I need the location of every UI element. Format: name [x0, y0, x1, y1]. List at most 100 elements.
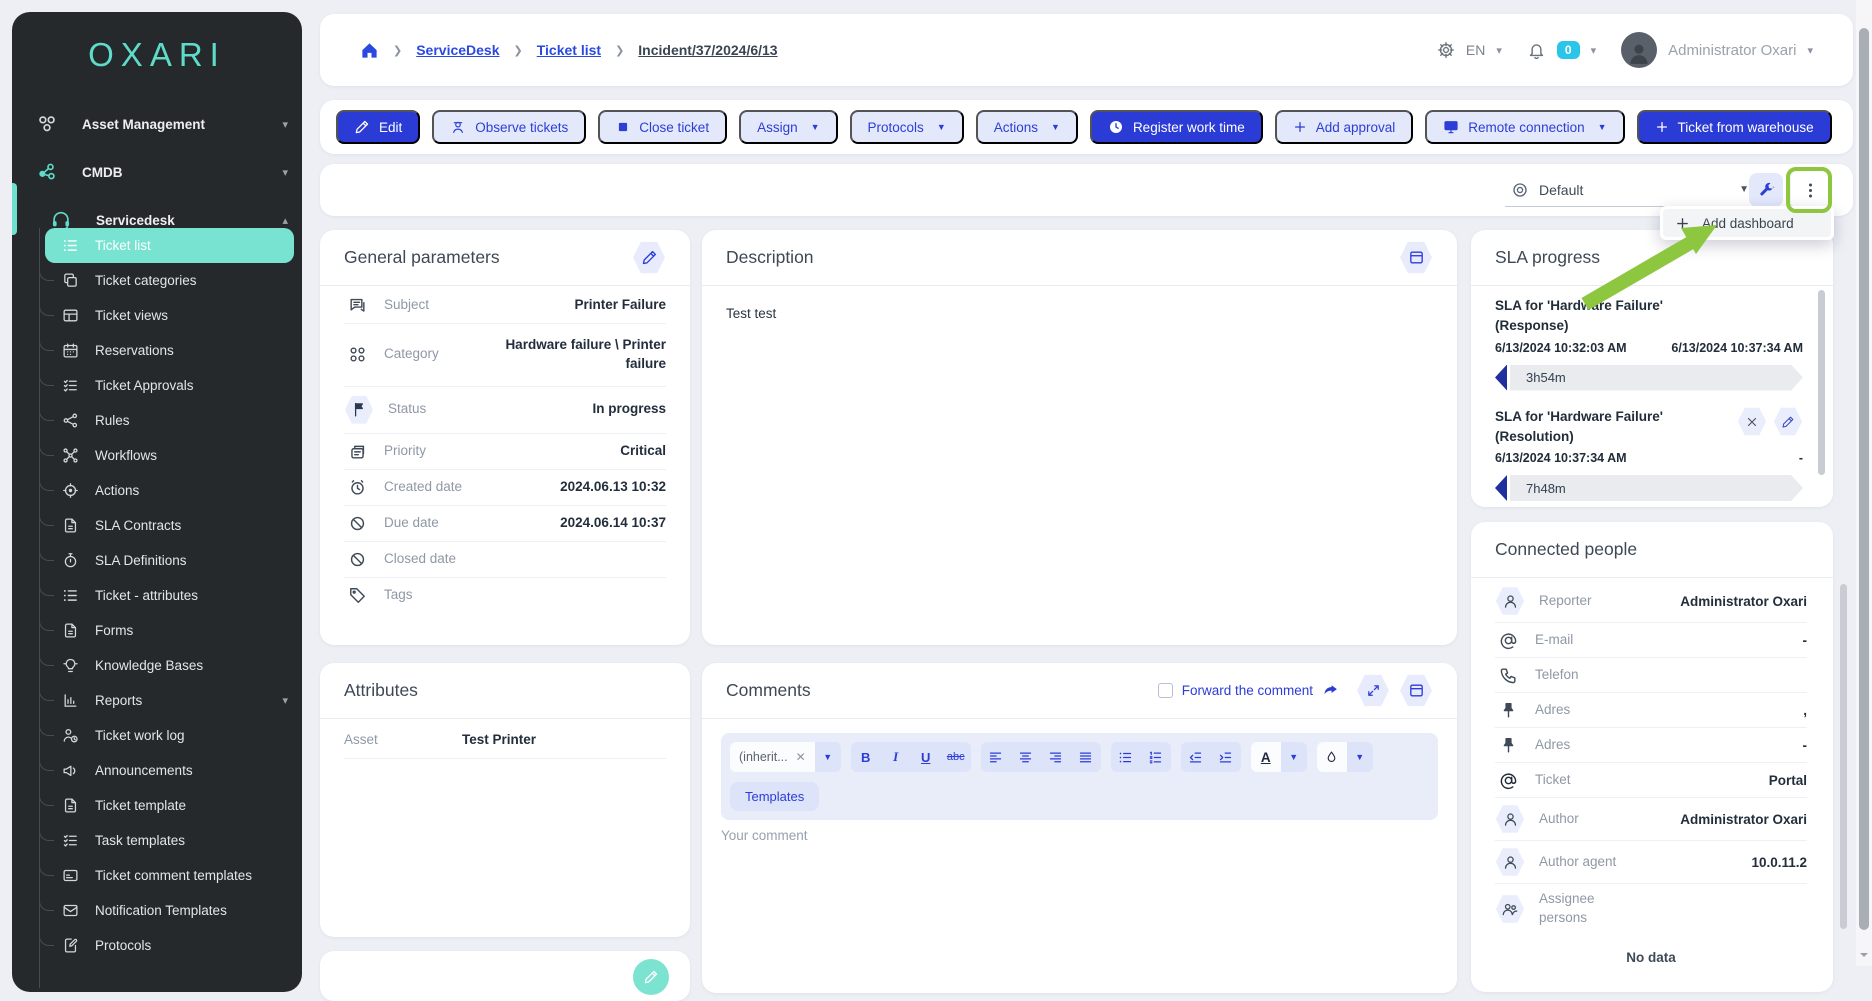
breadcrumb-ticket-list[interactable]: Ticket list — [537, 42, 601, 58]
chevron-down-icon: ▼ — [811, 122, 820, 132]
actions-dropdown-button[interactable]: Actions▼ — [976, 110, 1078, 144]
assign-dropdown-button[interactable]: Assign▼ — [739, 110, 837, 144]
align-right-button[interactable] — [1041, 742, 1071, 772]
pin-icon — [1495, 701, 1521, 720]
user-avatar[interactable] — [1621, 32, 1657, 68]
sidebar-item-ticket-list[interactable]: Ticket list — [45, 228, 294, 263]
scrollbar-down-arrow[interactable] — [1860, 953, 1868, 961]
highlight-color-select[interactable]: ▼ — [1317, 742, 1373, 772]
chevron-down-icon[interactable]: ▾ — [1496, 44, 1502, 57]
forward-comment-label[interactable]: Forward the comment — [1182, 683, 1313, 698]
observe-tickets-button[interactable]: Observe tickets — [432, 110, 586, 144]
alarm-clock-icon — [344, 478, 370, 497]
chevron-down-icon[interactable]: ▼ — [815, 742, 841, 772]
breadcrumb-servicedesk[interactable]: ServiceDesk — [416, 42, 499, 58]
numbered-list-button[interactable] — [1141, 742, 1171, 772]
align-justify-button[interactable] — [1071, 742, 1101, 772]
ticket-action-toolbar: Edit Observe tickets Close ticket Assign… — [320, 100, 1853, 154]
sidebar-item-ticket-views[interactable]: Ticket views — [12, 298, 302, 333]
sidebar-item-ticket-template[interactable]: Ticket template — [12, 788, 302, 823]
dashboard-more-menu-button[interactable] — [1791, 171, 1829, 209]
sidebar-item-ticket-approvals[interactable]: Ticket Approvals — [12, 368, 302, 403]
chevron-down-icon[interactable]: ▾ — [1591, 44, 1597, 57]
remote-connection-button[interactable]: Remote connection▼ — [1425, 110, 1624, 144]
home-icon[interactable] — [360, 41, 379, 60]
edit-sla-button[interactable] — [1773, 407, 1803, 437]
sidebar-item-cmdb[interactable]: CMDB ▾ — [12, 148, 302, 196]
sidebar-item-workflows[interactable]: Workflows — [12, 438, 302, 473]
protocols-dropdown-button[interactable]: Protocols▼ — [850, 110, 964, 144]
sidebar-item-label: Ticket template — [95, 798, 302, 813]
slash-circle-icon — [344, 514, 370, 533]
user-name[interactable]: Administrator Oxari — [1668, 42, 1796, 59]
bold-button[interactable]: B — [851, 742, 881, 772]
sidebar-item-reports[interactable]: Reports▾ — [12, 683, 302, 718]
slash-circle-icon — [344, 550, 370, 569]
sidebar-item-ticket-categories[interactable]: Ticket categories — [12, 263, 302, 298]
sidebar-item-notification-templates[interactable]: Notification Templates — [12, 893, 302, 928]
sidebar-item-sla-contracts[interactable]: SLA Contracts — [12, 508, 302, 543]
target-icon — [62, 482, 82, 499]
edit-circle-button[interactable] — [633, 959, 669, 995]
sidebar-item-label: Rules — [95, 413, 302, 428]
sidebar-item-ticket-work-log[interactable]: Ticket work log — [12, 718, 302, 753]
breadcrumb-separator: ❯ — [615, 44, 624, 57]
align-center-button[interactable] — [1011, 742, 1041, 772]
scrollbar-thumb[interactable] — [1859, 28, 1869, 930]
remove-sla-button[interactable] — [1737, 407, 1767, 437]
edit-parameters-button[interactable] — [632, 241, 666, 275]
clear-font-icon[interactable]: ✕ — [796, 750, 806, 764]
panel-scrollbar[interactable] — [1840, 584, 1847, 929]
underline-button[interactable]: U — [911, 742, 941, 772]
sidebar-item-sla-definitions[interactable]: SLA Definitions — [12, 543, 302, 578]
add-dashboard-menu-item[interactable]: Add dashboard — [1663, 209, 1831, 237]
configure-dashboard-button[interactable] — [1749, 173, 1783, 207]
sidebar-item-label: SLA Contracts — [95, 518, 302, 533]
page-scrollbar[interactable] — [1856, 0, 1872, 966]
sidebar-item-forms[interactable]: Forms — [12, 613, 302, 648]
ticket-from-warehouse-button[interactable]: Ticket from warehouse — [1637, 110, 1832, 144]
settings-gear-icon[interactable] — [1437, 41, 1455, 59]
register-work-time-button[interactable]: Register work time — [1090, 110, 1263, 144]
panel-scrollbar[interactable] — [1818, 290, 1825, 475]
outdent-button[interactable] — [1181, 742, 1211, 772]
at-sign-icon — [1495, 631, 1521, 650]
envelope-icon — [62, 902, 82, 919]
sidebar-item-knowledge-bases[interactable]: Knowledge Bases — [12, 648, 302, 683]
chevron-down-icon[interactable]: ▾ — [1807, 44, 1813, 57]
bullet-list-button[interactable] — [1111, 742, 1141, 772]
comment-input[interactable] — [721, 828, 1438, 958]
sidebar-item-label: Ticket Approvals — [95, 378, 302, 393]
sidebar-item-reservations[interactable]: Reservations — [12, 333, 302, 368]
italic-button[interactable]: I — [881, 742, 911, 772]
edit-button[interactable]: Edit — [336, 110, 420, 144]
strikethrough-button[interactable]: abc — [941, 742, 971, 772]
sidebar-item-ticket-comment-templates[interactable]: Ticket comment templates — [12, 858, 302, 893]
indent-button[interactable] — [1211, 742, 1241, 772]
collapse-panel-button[interactable] — [1399, 241, 1433, 275]
sidebar-item-asset-management[interactable]: Asset Management ▾ — [12, 100, 302, 148]
close-ticket-button[interactable]: Close ticket — [598, 110, 727, 144]
notification-badge[interactable]: 0 — [1557, 41, 1580, 59]
text-color-select[interactable]: A ▼ — [1251, 742, 1307, 772]
dashboard-view-select[interactable]: Default ▼ — [1505, 173, 1755, 207]
font-family-select[interactable]: (inherit...✕ ▼ — [730, 742, 841, 772]
align-left-button[interactable] — [981, 742, 1011, 772]
sidebar-item-rules[interactable]: Rules — [12, 403, 302, 438]
language-selector[interactable]: EN — [1466, 42, 1485, 58]
sidebar-item-actions[interactable]: Actions — [12, 473, 302, 508]
bell-icon[interactable] — [1527, 41, 1546, 60]
templates-button[interactable]: Templates — [730, 782, 819, 811]
add-approval-button[interactable]: Add approval — [1275, 110, 1414, 144]
sidebar-item-protocols[interactable]: Protocols — [12, 928, 302, 963]
sidebar-item-label: Ticket list — [95, 238, 294, 253]
sla-duration: 7h48m — [1526, 481, 1566, 496]
chevron-down-icon: ▼ — [937, 122, 946, 132]
sidebar-item-task-templates[interactable]: Task templates — [12, 823, 302, 858]
forward-comment-checkbox[interactable] — [1158, 683, 1173, 698]
sidebar-item-announcements[interactable]: Announcements — [12, 753, 302, 788]
expand-panel-button[interactable] — [1356, 674, 1390, 708]
collapse-panel-button[interactable] — [1399, 674, 1433, 708]
sidebar-item-ticket-attributes[interactable]: Ticket - attributes — [12, 578, 302, 613]
parameter-row-priority: PriorityCritical — [344, 434, 666, 470]
